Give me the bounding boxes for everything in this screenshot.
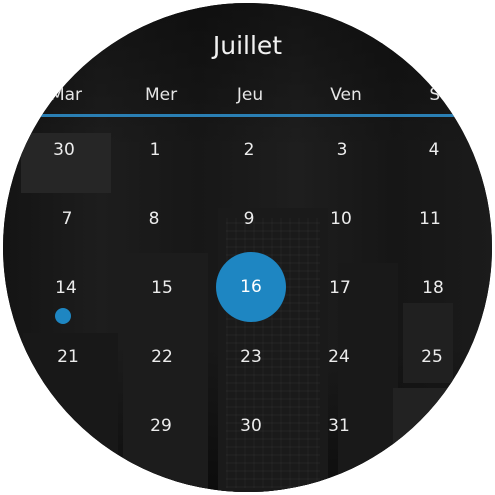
- calendar-day[interactable]: 7: [32, 184, 102, 254]
- calendar-day[interactable]: 30: [29, 115, 99, 185]
- calendar-day[interactable]: 21: [33, 322, 103, 392]
- calendar-day[interactable]: 4: [399, 115, 469, 185]
- calendar-day[interactable]: 2: [214, 115, 284, 185]
- calendar-day[interactable]: 9: [214, 184, 284, 254]
- calendar-day[interactable]: 10: [306, 184, 376, 254]
- calendar-day[interactable]: 11: [395, 184, 465, 254]
- calendar-day[interactable]: 3: [307, 115, 377, 185]
- calendar-day[interactable]: 30: [216, 391, 286, 461]
- calendar-day[interactable]: 17: [305, 253, 375, 323]
- calendar-day[interactable]: 31: [304, 391, 374, 461]
- calendar-day[interactable]: 18: [398, 253, 468, 323]
- calendar-day-selected[interactable]: 16: [216, 252, 286, 322]
- calendar-day[interactable]: 25: [397, 322, 467, 392]
- calendar-day[interactable]: 23: [216, 322, 286, 392]
- watch-face: Juillet Mar Mer Jeu Ven Sa 30 1 2 3 4 7 …: [3, 3, 492, 492]
- calendar-grid: 30 1 2 3 4 7 8 9 10 11 14 15 16 17 18 21…: [3, 3, 492, 492]
- calendar-day[interactable]: 29: [126, 391, 196, 461]
- calendar-day[interactable]: 1: [120, 115, 190, 185]
- calendar-day[interactable]: 15: [127, 253, 197, 323]
- calendar-day[interactable]: 22: [127, 322, 197, 392]
- calendar-day[interactable]: 24: [304, 322, 374, 392]
- calendar-day[interactable]: 8: [119, 184, 189, 254]
